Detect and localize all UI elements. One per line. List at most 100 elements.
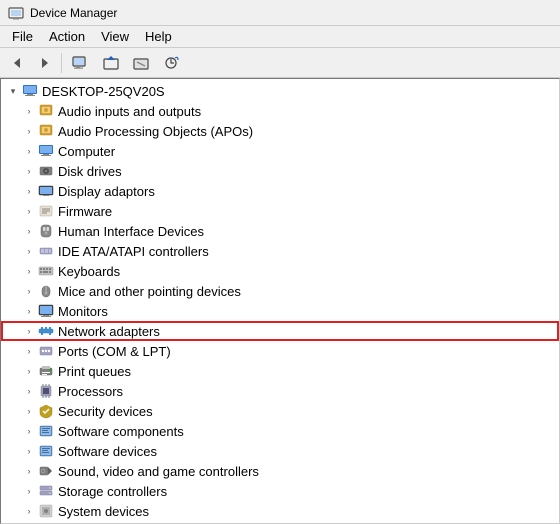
- label-firmware: Firmware: [58, 204, 112, 219]
- tree-item-processors[interactable]: › Processors: [1, 381, 559, 401]
- root-computer-icon: [21, 82, 39, 100]
- menu-file[interactable]: File: [4, 27, 41, 46]
- tree-item-audio-inputs[interactable]: › Audio inputs and outputs: [1, 101, 559, 121]
- expand-icon-keyboards: ›: [21, 261, 37, 281]
- label-software-devices: Software devices: [58, 444, 157, 459]
- expand-icon-network-adapters: ›: [21, 321, 37, 341]
- label-computer: Computer: [58, 144, 115, 159]
- icon-disk-drives: [37, 162, 55, 180]
- expand-icon-software-devices: ›: [21, 441, 37, 461]
- back-button[interactable]: [6, 52, 30, 74]
- label-storage-controllers: Storage controllers: [58, 484, 167, 499]
- icon-keyboards: [37, 262, 55, 280]
- label-keyboards: Keyboards: [58, 264, 120, 279]
- tree-item-monitors[interactable]: › Monitors: [1, 301, 559, 321]
- label-processors: Processors: [58, 384, 123, 399]
- icon-print-queues: [37, 362, 55, 380]
- expand-icon-mice: ›: [21, 281, 37, 301]
- icon-audio-processing: [37, 122, 55, 140]
- menu-bar: File Action View Help: [0, 26, 560, 48]
- tree-item-system-devices[interactable]: › System devices: [1, 501, 559, 521]
- forward-button[interactable]: [32, 52, 56, 74]
- label-security-devices: Security devices: [58, 404, 153, 419]
- device-tree-panel: ▾ DESKTOP-25QV20S ›: [0, 78, 560, 524]
- label-audio-processing: Audio Processing Objects (APOs): [58, 124, 253, 139]
- tree-item-display-adaptors[interactable]: › Display adaptors: [1, 181, 559, 201]
- tree-item-software-devices[interactable]: › Software devices: [1, 441, 559, 461]
- expand-icon-software-components: ›: [21, 421, 37, 441]
- tree-item-computer[interactable]: › Computer: [1, 141, 559, 161]
- menu-help[interactable]: Help: [137, 27, 180, 46]
- tree-item-disk-drives[interactable]: › Disk drives: [1, 161, 559, 181]
- label-print-queues: Print queues: [58, 364, 131, 379]
- tree-item-sound-video[interactable]: › Sound, video and game controllers: [1, 461, 559, 481]
- label-hid: Human Interface Devices: [58, 224, 204, 239]
- tree-root[interactable]: ▾ DESKTOP-25QV20S: [1, 81, 559, 101]
- icon-monitors: [37, 302, 55, 320]
- tree-item-storage-controllers[interactable]: › Storage controllers: [1, 481, 559, 501]
- expand-icon-storage-controllers: ›: [21, 481, 37, 501]
- tree-item-network-adapters[interactable]: › Network adapters: [1, 321, 559, 341]
- tree-item-security-devices[interactable]: › Security devices: [1, 401, 559, 421]
- menu-action[interactable]: Action: [41, 27, 93, 46]
- label-monitors: Monitors: [58, 304, 108, 319]
- label-system-devices: System devices: [58, 504, 149, 519]
- icon-system-devices: [37, 502, 55, 520]
- root-expand-icon: ▾: [5, 81, 21, 101]
- icon-hid: [37, 222, 55, 240]
- tree-item-mice[interactable]: › Mice and other pointing devices: [1, 281, 559, 301]
- expand-icon-monitors: ›: [21, 301, 37, 321]
- label-disk-drives: Disk drives: [58, 164, 122, 179]
- label-software-components: Software components: [58, 424, 184, 439]
- properties-button[interactable]: [67, 52, 95, 74]
- root-label: DESKTOP-25QV20S: [42, 84, 165, 99]
- expand-icon-audio-inputs: ›: [21, 101, 37, 121]
- tree-item-firmware[interactable]: › Firmware: [1, 201, 559, 221]
- window-title: Device Manager: [30, 6, 117, 20]
- tree-item-hid[interactable]: › Human Interface Devices: [1, 221, 559, 241]
- expand-icon-display-adaptors: ›: [21, 181, 37, 201]
- disable-button[interactable]: [127, 52, 155, 74]
- expand-icon-disk-drives: ›: [21, 161, 37, 181]
- icon-software-components: [37, 422, 55, 440]
- icon-sound-video: [37, 462, 55, 480]
- icon-firmware: [37, 202, 55, 220]
- icon-processors: [37, 382, 55, 400]
- label-audio-inputs: Audio inputs and outputs: [58, 104, 201, 119]
- expand-icon-firmware: ›: [21, 201, 37, 221]
- expand-icon-system-devices: ›: [21, 501, 37, 521]
- toolbar-separator-1: [61, 53, 62, 73]
- label-mice: Mice and other pointing devices: [58, 284, 241, 299]
- expand-icon-hid: ›: [21, 221, 37, 241]
- icon-storage-controllers: [37, 482, 55, 500]
- device-tree: ▾ DESKTOP-25QV20S ›: [1, 79, 559, 524]
- tree-item-ide-atapi[interactable]: › IDE ATA/ATAPI controllers: [1, 241, 559, 261]
- tree-item-audio-processing[interactable]: › Audio Processing Objects (APOs): [1, 121, 559, 141]
- label-ports: Ports (COM & LPT): [58, 344, 171, 359]
- label-network-adapters: Network adapters: [58, 324, 160, 339]
- icon-software-devices: [37, 442, 55, 460]
- update-driver-button[interactable]: [97, 52, 125, 74]
- label-display-adaptors: Display adaptors: [58, 184, 155, 199]
- label-sound-video: Sound, video and game controllers: [58, 464, 259, 479]
- icon-audio-inputs: [37, 102, 55, 120]
- tree-item-ports[interactable]: › Ports (COM & LPT): [1, 341, 559, 361]
- scan-button[interactable]: [157, 52, 185, 74]
- icon-network-adapters: [37, 322, 55, 340]
- expand-icon-security-devices: ›: [21, 401, 37, 421]
- expand-icon-ide-atapi: ›: [21, 241, 37, 261]
- label-ide-atapi: IDE ATA/ATAPI controllers: [58, 244, 209, 259]
- icon-computer: [37, 142, 55, 160]
- tree-item-keyboards[interactable]: › Keyboards: [1, 261, 559, 281]
- tree-item-software-components[interactable]: › Software components: [1, 421, 559, 441]
- menu-view[interactable]: View: [93, 27, 137, 46]
- expand-icon-ports: ›: [21, 341, 37, 361]
- icon-display-adaptors: [37, 182, 55, 200]
- app-icon: [8, 5, 24, 21]
- expand-icon-sound-video: ›: [21, 461, 37, 481]
- toolbar: [0, 48, 560, 78]
- expand-icon-print-queues: ›: [21, 361, 37, 381]
- icon-mice: [37, 282, 55, 300]
- tree-item-print-queues[interactable]: › Print queues: [1, 361, 559, 381]
- icon-ports: [37, 342, 55, 360]
